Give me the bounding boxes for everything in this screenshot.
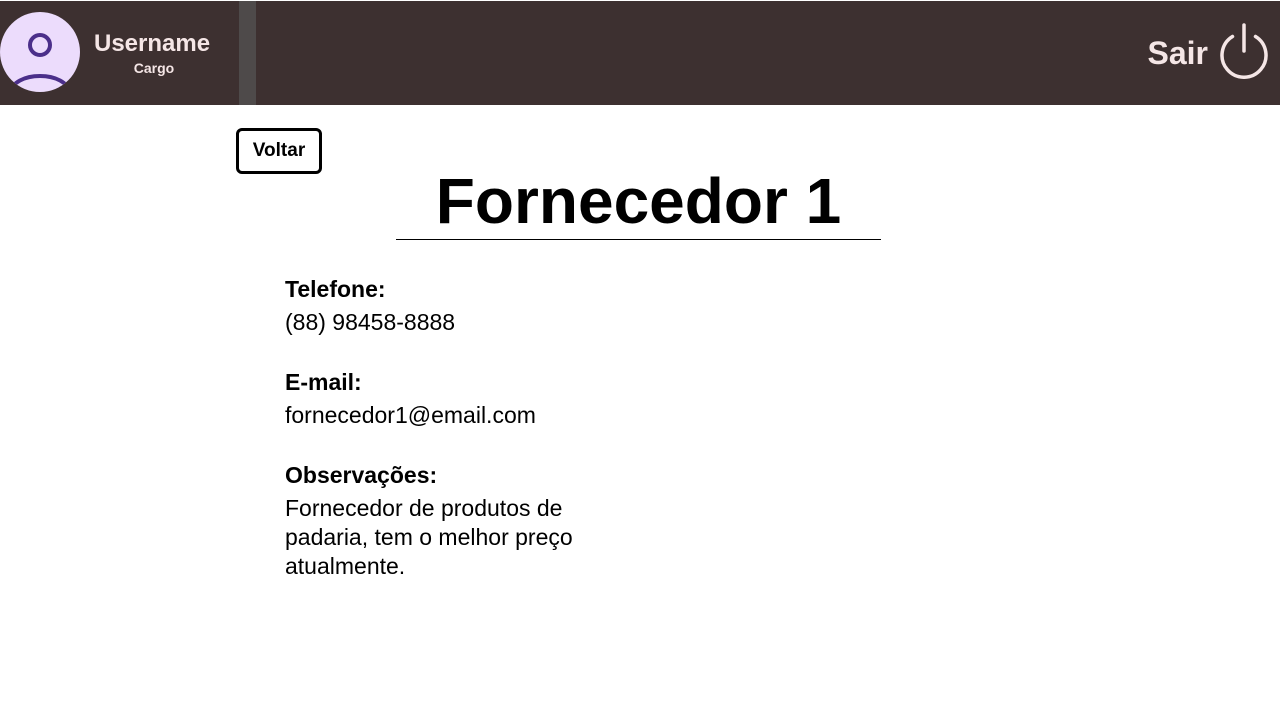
notes-field: Observações: Fornecedor de produtos de p…	[285, 460, 685, 581]
back-button[interactable]: Voltar	[236, 128, 322, 174]
logout-button[interactable]: Sair	[1147, 22, 1270, 84]
phone-field: Telefone: (88) 98458-8888	[285, 274, 685, 337]
logout-label: Sair	[1147, 35, 1208, 71]
phone-value: (88) 98458-8888	[285, 309, 456, 335]
notes-label: Observações:	[285, 462, 438, 488]
top-bar: Username Cargo Sair	[0, 1, 1280, 105]
phone-label: Telefone:	[285, 276, 386, 302]
user-avatar-icon[interactable]	[0, 12, 80, 92]
email-field: E-mail: fornecedor1@email.com	[285, 367, 685, 430]
user-info: Username Cargo	[94, 29, 224, 77]
notes-value: Fornecedor de produtos de padaria, tem o…	[285, 495, 573, 579]
power-icon	[1218, 22, 1270, 84]
title-divider	[396, 239, 881, 240]
user-role: Cargo	[133, 60, 175, 76]
username: Username	[94, 30, 211, 57]
sidebar-toggle-handle[interactable]	[239, 1, 256, 105]
email-label: E-mail:	[285, 369, 362, 395]
email-value: fornecedor1@email.com	[285, 402, 536, 428]
page-title: Fornecedor 1	[435, 165, 842, 237]
